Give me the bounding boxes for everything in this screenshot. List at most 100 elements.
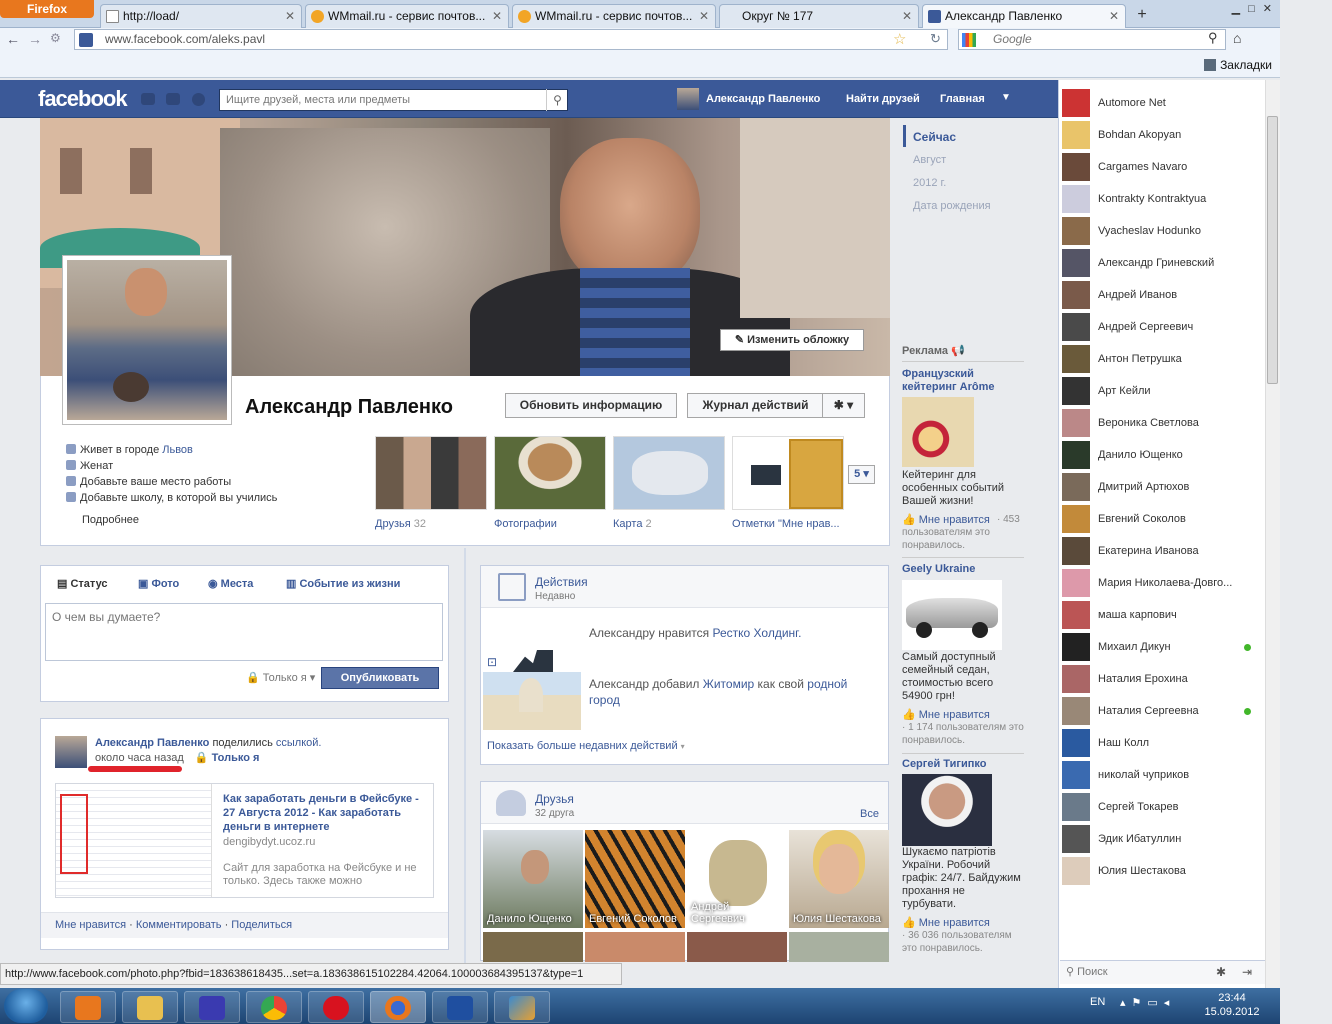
ad-image-politician[interactable]: [902, 774, 992, 846]
tools-icon[interactable]: ⚙: [50, 31, 61, 45]
activity-link[interactable]: Житомир: [703, 677, 754, 691]
window-controls[interactable]: ▁□✕: [1180, 2, 1280, 18]
like-link[interactable]: Мне нравится: [55, 919, 126, 931]
tab-photo[interactable]: ▣ Фото: [138, 577, 179, 590]
chat-contact-name[interactable]: Александр Гриневский: [1098, 257, 1214, 269]
chat-contact-avatar[interactable]: [1062, 633, 1090, 661]
back-arrow-icon[interactable]: ←: [6, 31, 20, 47]
chat-contact-name[interactable]: Андрей Иванов: [1098, 289, 1177, 301]
chat-contact-avatar[interactable]: [1062, 377, 1090, 405]
ad-image-catering[interactable]: [902, 397, 974, 467]
privacy-selector[interactable]: 🔒 Только я ▾: [246, 671, 315, 684]
scrollbar-thumb[interactable]: [1267, 116, 1278, 384]
chat-contact-name[interactable]: Дмитрий Артюхов: [1098, 481, 1189, 493]
tab-status[interactable]: ▤ Статус: [57, 577, 108, 590]
chat-contact-avatar[interactable]: [1062, 153, 1090, 181]
chat-contact-avatar[interactable]: [1062, 217, 1090, 245]
chat-contact-avatar[interactable]: [1062, 313, 1090, 341]
home-icon[interactable]: ⌂: [1233, 30, 1241, 46]
chat-contact-avatar[interactable]: [1062, 121, 1090, 149]
chat-contact-name[interactable]: Kontrakty Kontraktyua: [1098, 193, 1206, 205]
taskbar-firefox[interactable]: [370, 991, 426, 1023]
avatar[interactable]: [55, 736, 87, 768]
chat-contact-avatar[interactable]: [1062, 409, 1090, 437]
chat-contact-name[interactable]: Эдик Ибатуллин: [1098, 833, 1181, 845]
chat-contact-avatar[interactable]: [1062, 185, 1090, 213]
ad-like-link[interactable]: 👍 Мне нравится: [902, 916, 990, 929]
chat-contact-name[interactable]: Vyacheslav Hodunko: [1098, 225, 1201, 237]
friend-tile[interactable]: Юлия Шестакова: [789, 830, 889, 928]
chat-contact-name[interactable]: Антон Петрушка: [1098, 353, 1182, 365]
close-icon[interactable]: ✕: [699, 5, 709, 27]
profile-name[interactable]: Александр Павленко: [245, 396, 453, 419]
friend-tile[interactable]: Евгений Соколов: [585, 830, 685, 928]
chat-contact-avatar[interactable]: [1062, 761, 1090, 789]
post-time[interactable]: около часа назад: [95, 752, 184, 764]
tab-places[interactable]: ◉ Места: [208, 577, 253, 590]
chat-contact-avatar[interactable]: [1062, 281, 1090, 309]
chat-contact-name[interactable]: Мария Николаева-Довго...: [1098, 577, 1232, 589]
chat-contact-avatar[interactable]: [1062, 825, 1090, 853]
home-link[interactable]: Главная: [940, 93, 985, 105]
ad-title[interactable]: Французский кейтеринг Arôme: [902, 368, 1022, 394]
close-icon[interactable]: ✕: [902, 5, 912, 27]
chat-contact-name[interactable]: Данило Ющенко: [1098, 449, 1183, 461]
close-icon[interactable]: ✕: [492, 5, 502, 27]
notifications-globe-icon[interactable]: [192, 93, 205, 106]
close-icon[interactable]: ✕: [1109, 5, 1119, 27]
ad-like-link[interactable]: 👍 Мне нравится: [902, 708, 990, 721]
browser-tab-active[interactable]: Александр Павленко ✕: [922, 4, 1126, 28]
taskbar-chrome[interactable]: [246, 991, 302, 1023]
chat-popout-icon[interactable]: ⇥: [1242, 965, 1252, 979]
zhytomyr-image[interactable]: [483, 672, 581, 730]
chat-contact-avatar[interactable]: [1062, 857, 1090, 885]
chat-contact-avatar[interactable]: [1062, 249, 1090, 277]
timeline-now[interactable]: Сейчас: [913, 130, 956, 144]
avatar[interactable]: [677, 88, 699, 110]
chat-contact-name[interactable]: Cargames Navaro: [1098, 161, 1187, 173]
chat-contact-avatar[interactable]: [1062, 441, 1090, 469]
chat-contact-name[interactable]: Наталия Сергеевна: [1098, 705, 1199, 717]
browser-tab[interactable]: WMmail.ru - сервис почтов... ✕: [512, 4, 716, 28]
taskbar-opera[interactable]: [308, 991, 364, 1023]
forward-arrow-icon[interactable]: →: [28, 31, 42, 47]
facebook-search-input[interactable]: Ищите друзей, места или предметы: [219, 89, 568, 111]
chat-contact-name[interactable]: Automore Net: [1098, 97, 1166, 109]
close-icon[interactable]: ✕: [285, 5, 295, 27]
chat-contact-name[interactable]: Екатерина Иванова: [1098, 545, 1199, 557]
chat-contact-name[interactable]: Андрей Сергеевич: [1098, 321, 1193, 333]
search-icon[interactable]: ⚲: [1208, 30, 1218, 46]
share-link[interactable]: Поделиться: [231, 919, 292, 931]
status-input[interactable]: О чем вы думаете?: [45, 603, 443, 661]
firefox-menu-button[interactable]: Firefox: [0, 0, 94, 18]
taskbar-word[interactable]: [432, 991, 488, 1023]
browser-tab[interactable]: http://load/ ✕: [100, 4, 302, 28]
tab-life-event[interactable]: ▥ Событие из жизни: [286, 577, 400, 590]
photos-thumbnail[interactable]: [494, 436, 606, 510]
comment-link[interactable]: Комментировать: [136, 919, 222, 931]
bookmark-star-icon[interactable]: ☆: [893, 30, 906, 48]
chat-contact-name[interactable]: Сергей Токарев: [1098, 801, 1179, 813]
map-thumbnail[interactable]: [613, 436, 725, 510]
taskbar-app[interactable]: [494, 991, 550, 1023]
chat-contact-avatar[interactable]: [1062, 345, 1090, 373]
city-link[interactable]: Львов: [162, 444, 193, 456]
friend-tile[interactable]: [687, 932, 787, 962]
add-work-link[interactable]: Добавьте ваше место работы: [66, 476, 231, 488]
add-school-link[interactable]: Добавьте школу, в которой вы учились: [66, 492, 277, 504]
publish-button[interactable]: Опубликовать: [321, 667, 439, 689]
ad-title[interactable]: Сергей Тигипко: [902, 758, 986, 770]
post-author-link[interactable]: Александр Павленко: [95, 737, 209, 749]
chat-contact-name[interactable]: Арт Кейли: [1098, 385, 1151, 397]
chat-contact-name[interactable]: Юлия Шестакова: [1098, 865, 1186, 877]
map-section-link[interactable]: Карта 2: [613, 518, 652, 530]
update-info-button[interactable]: Обновить информацию: [505, 393, 677, 418]
browser-tab[interactable]: WMmail.ru - сервис почтов... ✕: [305, 4, 509, 28]
timeline-august[interactable]: Август: [913, 154, 946, 166]
chat-contact-avatar[interactable]: [1062, 697, 1090, 725]
settings-gear-dropdown[interactable]: ✱ ▾: [822, 393, 865, 418]
chat-contact-name[interactable]: Михаил Дикун: [1098, 641, 1171, 653]
chat-contact-name[interactable]: Bohdan Akopyan: [1098, 129, 1181, 141]
taskbar-floppy-app[interactable]: [184, 991, 240, 1023]
chat-contact-avatar[interactable]: [1062, 793, 1090, 821]
